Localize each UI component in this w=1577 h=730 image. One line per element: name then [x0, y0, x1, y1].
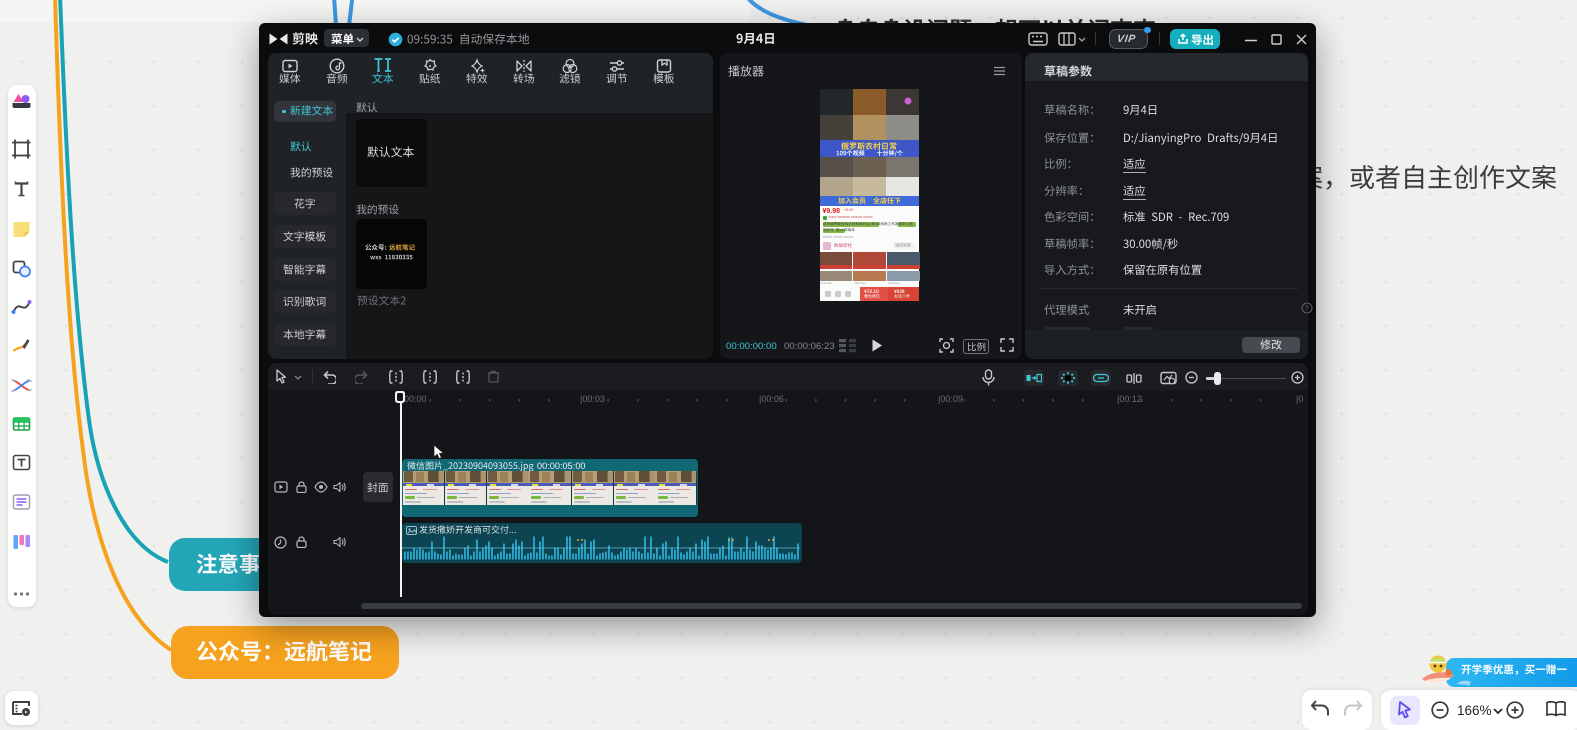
svg-text:?: ? — [1305, 306, 1309, 313]
